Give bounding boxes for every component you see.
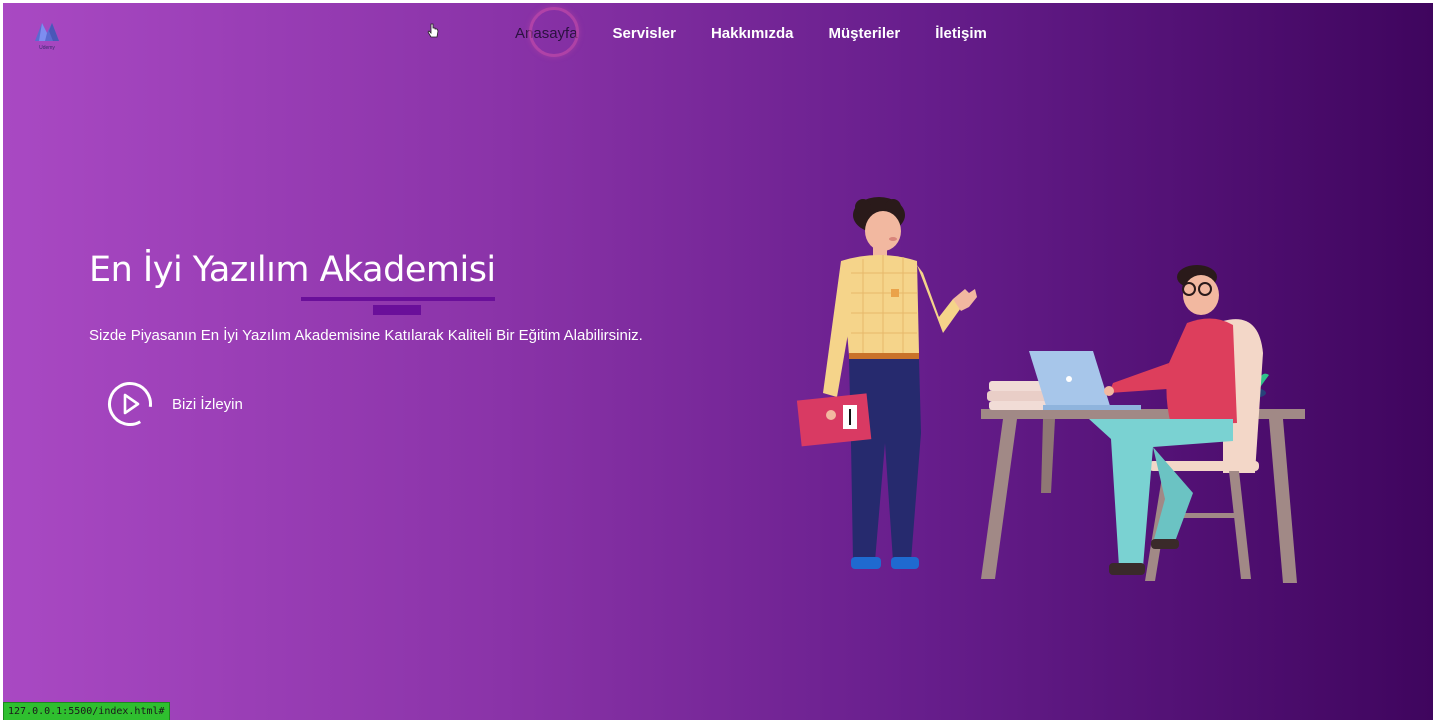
- seated-man: [1089, 265, 1263, 581]
- nav-item-services[interactable]: Servisler: [613, 25, 676, 42]
- office-people-illustration: [796, 197, 1305, 583]
- nav-item-about[interactable]: Hakkımızda: [711, 25, 794, 42]
- nav-item-home[interactable]: Anasayfa: [515, 7, 579, 57]
- title-underline: [301, 297, 495, 301]
- standing-man: [796, 197, 977, 569]
- hero-title: En İyi Yazılım Akademisi: [89, 250, 496, 290]
- mountain-logo-icon: [35, 23, 59, 41]
- status-bar-url: 127.0.0.1:5500/index.html#: [3, 702, 170, 720]
- watch-us-button[interactable]: Bizi İzleyin: [107, 381, 243, 427]
- nav-item-customers[interactable]: Müşteriler: [828, 25, 900, 42]
- brand-logo[interactable]: Udemy: [33, 17, 69, 57]
- play-circle-icon: [108, 382, 153, 426]
- hero-section: Udemy Anasayfa Servisler Hakkımızda Müşt…: [3, 3, 1433, 720]
- watch-us-label: Bizi İzleyin: [172, 395, 243, 413]
- browser-viewport: Udemy Anasayfa Servisler Hakkımızda Müşt…: [0, 0, 1436, 720]
- nav-item-contact[interactable]: İletişim: [935, 25, 987, 42]
- hand-cursor-icon: [427, 23, 439, 38]
- logo-text: Udemy: [39, 45, 55, 51]
- hero-subtitle: Sizde Piyasanın En İyi Yazılım Akademisi…: [89, 327, 643, 344]
- main-nav: Anasayfa Servisler Hakkımızda Müşteriler…: [515, 7, 1022, 57]
- title-underline-accent: [373, 305, 421, 315]
